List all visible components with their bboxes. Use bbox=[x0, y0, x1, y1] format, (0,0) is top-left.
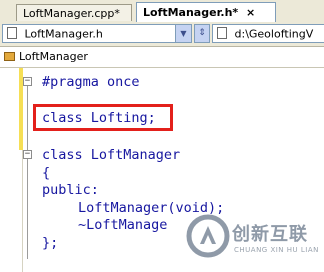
collapse-icon[interactable]: − bbox=[23, 150, 32, 159]
watermark-brand-cn: 创新互联 bbox=[232, 224, 308, 245]
outline-guide bbox=[27, 159, 28, 259]
close-tab-icon[interactable]: × bbox=[246, 3, 255, 23]
path-combo[interactable]: d:\GeoloftingV bbox=[212, 24, 324, 43]
code-line: }; bbox=[42, 235, 59, 251]
code-line: public: bbox=[42, 182, 99, 198]
tab-label: LoftManager.cpp* bbox=[23, 7, 120, 20]
class-selector-value: LoftManager bbox=[19, 50, 88, 63]
file-combo-value: LoftManager.h bbox=[24, 27, 103, 41]
code-line: ~LoftManage bbox=[78, 217, 168, 233]
navigation-bar: LoftManager.h ▼ ⇕ d:\GeoloftingV bbox=[0, 22, 324, 47]
brand-logo-icon bbox=[186, 214, 230, 258]
code-line: class LoftManager bbox=[42, 147, 181, 163]
tab-loftmanager-cpp[interactable]: LoftManager.cpp* bbox=[16, 4, 132, 21]
class-selector[interactable]: LoftManager bbox=[0, 47, 324, 68]
watermark: 创新互联 CHUANG XIN HU LIAN bbox=[186, 214, 324, 268]
class-icon bbox=[4, 51, 15, 61]
file-combo[interactable]: LoftManager.h ▼ bbox=[2, 24, 192, 43]
watermark-brand-en: CHUANG XIN HU LIAN bbox=[234, 246, 319, 254]
document-icon bbox=[7, 27, 17, 39]
code-line: #pragma once bbox=[42, 74, 140, 90]
code-line: { bbox=[42, 165, 51, 181]
dropdown-arrow-icon[interactable]: ▼ bbox=[175, 25, 191, 42]
tab-label: LoftManager.h* bbox=[143, 6, 239, 19]
outline-guide bbox=[27, 86, 28, 150]
sync-arrows-icon[interactable]: ⇕ bbox=[194, 24, 210, 43]
document-icon bbox=[217, 27, 227, 39]
path-combo-value: d:\GeoloftingV bbox=[234, 27, 314, 41]
collapse-icon[interactable]: − bbox=[23, 77, 32, 86]
document-tab-strip: LoftManager.cpp* LoftManager.h* × bbox=[0, 0, 324, 23]
tab-loftmanager-h[interactable]: LoftManager.h* × bbox=[136, 2, 276, 22]
highlight-box bbox=[33, 104, 173, 131]
